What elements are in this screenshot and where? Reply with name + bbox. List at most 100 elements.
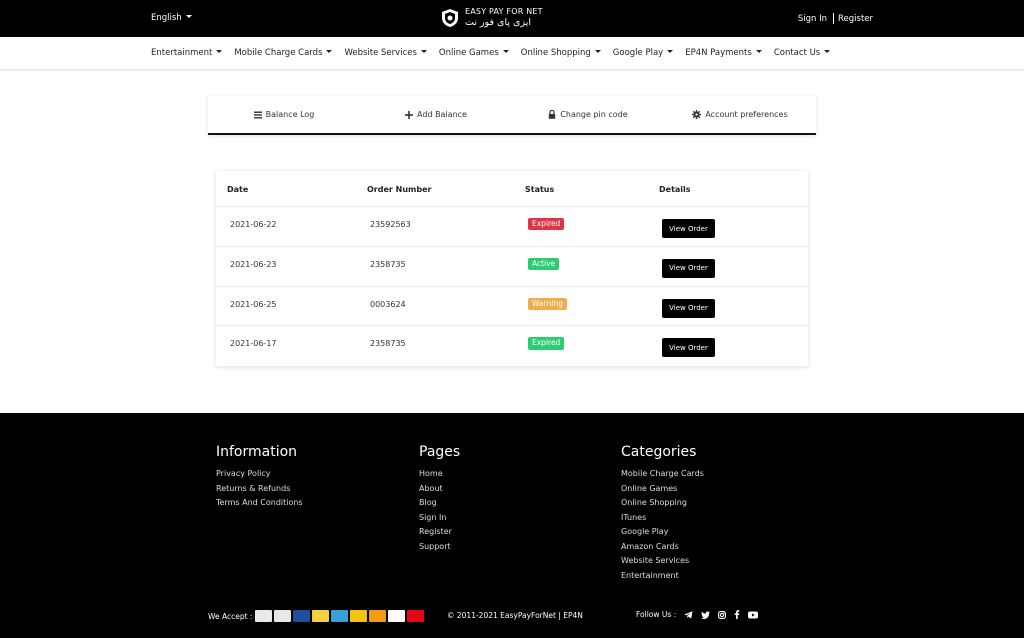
footer-link-privacy-policy[interactable]: Privacy Policy [216, 467, 303, 482]
payment-card-icon [407, 610, 425, 622]
sign-in-link[interactable]: Sign In [798, 14, 827, 24]
order-number: 23592563 [370, 220, 411, 229]
auth-links: Sign In Register [798, 13, 873, 24]
footer-link-mobile-charge-cards[interactable]: Mobile Charge Cards [621, 467, 704, 482]
view-order-button[interactable]: View Order [662, 338, 715, 358]
payment-card-icon [274, 610, 292, 622]
order-date: 2021-06-22 [230, 220, 277, 229]
divider [833, 13, 834, 24]
footer-heading: Information [216, 444, 298, 460]
table-row: 2021-06-23 2358735 Active View Order [216, 247, 808, 287]
tab-add-balance[interactable]: Add Balance [360, 96, 512, 133]
lock-icon [548, 110, 556, 119]
footer-pages: Pages Home About Blog Sign In Register S… [419, 444, 460, 554]
instagram-icon[interactable] [718, 610, 727, 619]
table-row: 2021-06-17 2358735 Expired View Order [216, 326, 808, 366]
tab-change-pin-code[interactable]: Change pin code [512, 96, 664, 133]
order-number: 0003624 [370, 299, 406, 309]
facebook-icon[interactable] [734, 610, 740, 619]
payment-card-icon [331, 610, 349, 622]
nav-item-google-play[interactable]: Google Play [612, 48, 674, 58]
list-icon [253, 111, 262, 119]
order-number: 2358735 [370, 259, 406, 269]
we-accept-label: We Accept : [208, 611, 253, 621]
youtube-icon[interactable] [748, 611, 759, 619]
footer-link-amazon-cards[interactable]: Amazon Cards [621, 540, 704, 555]
chevron-down-icon [420, 50, 427, 53]
chevron-down-icon [824, 50, 831, 53]
footer-link-about[interactable]: About [419, 482, 460, 497]
order-number: 2358735 [370, 339, 406, 349]
footer-link-returns-refunds[interactable]: Returns & Refunds [216, 482, 303, 497]
tab-balance-log[interactable]: Balance Log [208, 96, 360, 133]
footer-link-blog[interactable]: Blog [419, 496, 460, 511]
column-header-status: Status [525, 185, 555, 194]
chevron-down-icon [185, 15, 192, 18]
nav-item-online-shopping[interactable]: Online Shopping [521, 48, 601, 58]
chevron-down-icon [667, 50, 674, 53]
order-date: 2021-06-23 [230, 259, 277, 269]
footer-link-google-play[interactable]: Google Play [621, 525, 704, 540]
table-row: 2021-06-25 0003624 Warning View Order [216, 287, 808, 327]
nav-item-ep4n-payments[interactable]: EP4N Payments [685, 48, 762, 58]
plus-icon [405, 110, 414, 119]
nav-item-label: Mobile Charge Cards [234, 48, 323, 58]
tab-label: Add Balance [417, 110, 467, 119]
payment-methods: We Accept : [208, 610, 426, 622]
footer-link-sign-in[interactable]: Sign In [419, 511, 460, 526]
footer-information: Information Privacy Policy Returns & Ref… [216, 444, 303, 511]
nav-item-online-games[interactable]: Online Games [439, 48, 509, 58]
orders-table: Date Order Number Status Details 2021-06… [216, 171, 808, 366]
top-bar: English EASY PAY FOR NET ایزی پای فور نت… [0, 0, 1024, 37]
payment-card-icon [255, 610, 273, 622]
copyright: © 2011-2021 EasyPayForNet | EP4N [447, 611, 583, 620]
view-order-button[interactable]: View Order [662, 219, 715, 238]
follow-us-label: Follow Us : [636, 610, 677, 619]
footer-link-itunes[interactable]: ITunes [621, 511, 704, 526]
twitter-icon[interactable] [701, 611, 711, 619]
column-header-details: Details [659, 185, 691, 194]
footer-link-home[interactable]: Home [419, 467, 460, 482]
nav-item-entertainment[interactable]: Entertainment [151, 48, 223, 58]
nav-item-label: Website Services [344, 48, 417, 58]
column-header-order-number: Order Number [367, 185, 432, 194]
register-link[interactable]: Register [838, 14, 873, 24]
nav-item-label: Online Games [438, 48, 499, 58]
status-badge: Expired [528, 337, 565, 350]
telegram-icon[interactable] [684, 610, 693, 619]
footer-link-terms[interactable]: Terms And Conditions [216, 496, 303, 511]
site-footer: Information Privacy Policy Returns & Ref… [0, 413, 1024, 638]
language-selector[interactable]: English [151, 13, 192, 23]
footer-link-support[interactable]: Support [419, 540, 460, 555]
status-badge: Expired [528, 218, 565, 231]
footer-link-register[interactable]: Register [419, 525, 460, 540]
nav-item-mobile-charge-cards[interactable]: Mobile Charge Cards [234, 48, 333, 58]
tab-label: Account preferences [705, 110, 788, 119]
footer-link-online-games[interactable]: Online Games [621, 482, 704, 497]
footer-link-website-services[interactable]: Website Services [621, 554, 704, 569]
footer-link-online-shopping[interactable]: Online Shopping [621, 496, 704, 511]
nav-item-label: Online Shopping [520, 48, 591, 58]
footer-link-entertainment[interactable]: Entertainment [621, 569, 704, 584]
tab-label: Change pin code [560, 110, 628, 119]
tab-account-preferences[interactable]: Account preferences [664, 96, 816, 133]
payment-card-icon [350, 610, 368, 622]
chevron-down-icon [755, 50, 762, 53]
site-logo[interactable]: EASY PAY FOR NET ایزی پای فور نت [440, 6, 543, 30]
social-links: Follow Us : [636, 610, 759, 619]
nav-item-label: Google Play [612, 48, 664, 58]
logo-text-english: EASY PAY FOR NET [465, 7, 543, 17]
nav-item-label: Entertainment [151, 48, 213, 58]
chevron-down-icon [326, 50, 333, 53]
chevron-down-icon [594, 50, 601, 53]
status-badge: Warning [528, 297, 567, 310]
view-order-button[interactable]: View Order [662, 258, 715, 278]
chevron-down-icon [502, 50, 509, 53]
order-date: 2021-06-17 [230, 339, 277, 349]
nav-item-label: EP4N Payments [685, 48, 752, 58]
nav-item-contact-us[interactable]: Contact Us [774, 48, 831, 58]
view-order-button[interactable]: View Order [662, 298, 715, 318]
chevron-down-icon [216, 50, 223, 53]
table-header: Date Order Number Status Details [216, 171, 808, 207]
nav-item-website-services[interactable]: Website Services [344, 48, 427, 58]
